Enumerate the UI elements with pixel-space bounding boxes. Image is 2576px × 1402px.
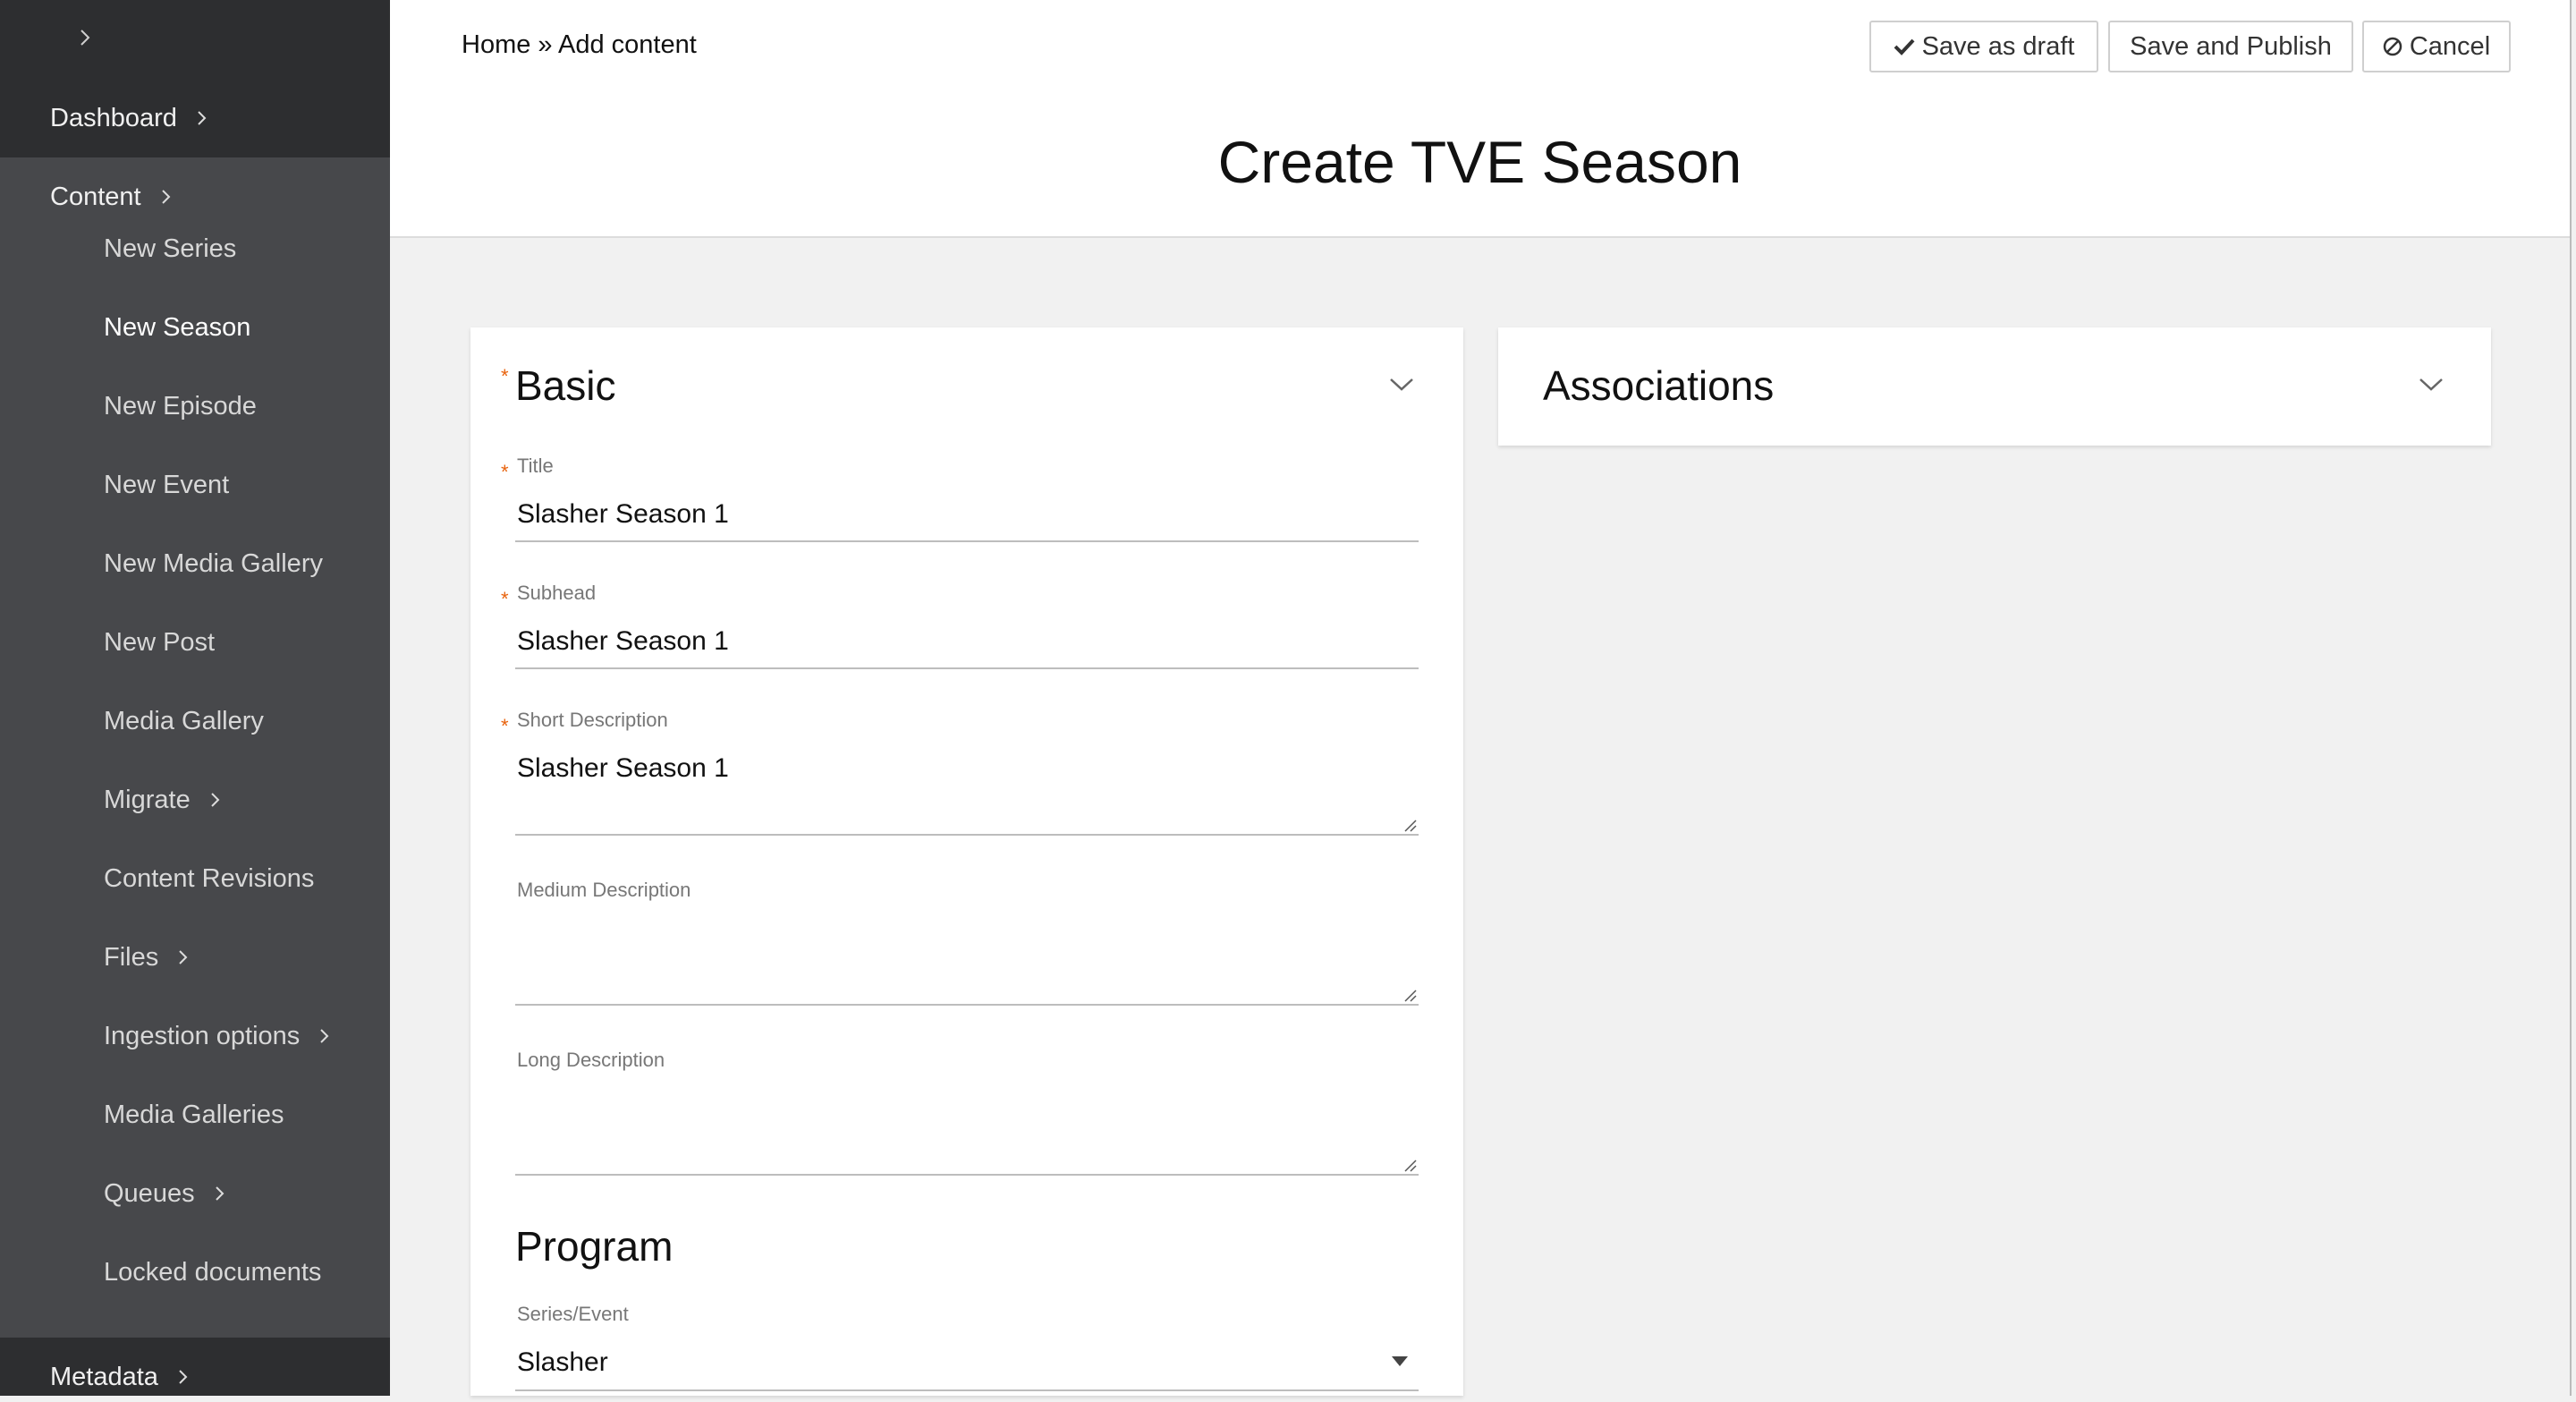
sidebar-item-label: Metadata xyxy=(50,1362,158,1391)
series-event-label: Series/Event xyxy=(517,1303,629,1325)
resize-handle-icon[interactable] xyxy=(1402,988,1417,1002)
sidebar-item-locked-documents[interactable]: Locked documents xyxy=(104,1247,321,1297)
chevron-down-icon[interactable] xyxy=(1388,376,1415,394)
window-edge xyxy=(2570,0,2572,1396)
sidebar-item-ingestion-options[interactable]: Ingestion options xyxy=(104,1011,329,1061)
chevron-right-icon xyxy=(210,793,220,807)
sidebar-item-label: New Season xyxy=(104,312,251,342)
sidebar-item-new-series[interactable]: New Series xyxy=(104,224,236,274)
subhead-input[interactable]: Slasher Season 1 xyxy=(517,626,729,657)
sidebar-item-new-episode[interactable]: New Episode xyxy=(104,381,257,431)
sidebar-item-label: Queues xyxy=(104,1178,195,1208)
save-as-draft-button[interactable]: Save as draft xyxy=(1869,21,2098,72)
title-label: Title xyxy=(517,455,554,477)
sidebar-item-new-post[interactable]: New Post xyxy=(104,617,215,667)
save-and-publish-button[interactable]: Save and Publish xyxy=(2108,21,2353,72)
sidebar-item-metadata[interactable]: Metadata xyxy=(50,1352,188,1402)
chevron-right-icon xyxy=(179,1370,188,1384)
sidebar-item-new-season[interactable]: New Season xyxy=(104,302,250,353)
long-description-label: Long Description xyxy=(517,1049,665,1071)
sidebar-item-label: Files xyxy=(104,942,159,972)
sidebar-item-label: New Event xyxy=(104,470,230,499)
required-marker: * xyxy=(501,588,509,610)
sidebar-item-label: Media Galleries xyxy=(104,1100,284,1129)
medium-description-textarea[interactable] xyxy=(517,923,1402,995)
sidebar-item-label: New Episode xyxy=(104,391,257,421)
subhead-label: Subhead xyxy=(517,582,597,604)
save-and-publish-label: Save and Publish xyxy=(2130,31,2332,61)
sidebar-toggle-button[interactable] xyxy=(72,20,98,55)
chevron-right-icon xyxy=(80,30,90,46)
page-header: Home » Add content Save as draft Save an… xyxy=(390,0,2570,238)
sidebar: Dashboard Content New Series New Season … xyxy=(0,0,390,1396)
sidebar-item-label: New Media Gallery xyxy=(104,548,323,578)
chevron-right-icon xyxy=(179,950,188,964)
resize-handle-icon[interactable] xyxy=(1402,1158,1417,1172)
chevron-down-icon[interactable] xyxy=(2418,376,2445,394)
save-as-draft-label: Save as draft xyxy=(1921,31,2075,61)
required-marker: * xyxy=(501,365,509,387)
cancel-label: Cancel xyxy=(2409,31,2491,61)
basic-panel-title: Basic xyxy=(515,362,616,409)
short-description-underline xyxy=(515,834,1419,836)
sidebar-item-queues[interactable]: Queues xyxy=(104,1168,225,1219)
dropdown-arrow-icon[interactable] xyxy=(1392,1356,1408,1366)
sidebar-item-dashboard[interactable]: Dashboard xyxy=(50,93,207,143)
associations-panel: Associations xyxy=(1498,327,2491,446)
chevron-right-icon xyxy=(198,111,207,125)
sidebar-item-label: Content Revisions xyxy=(104,863,315,893)
checkmark-icon xyxy=(1894,38,1915,55)
sidebar-item-media-galleries[interactable]: Media Galleries xyxy=(104,1090,284,1140)
chevron-right-icon xyxy=(215,1186,224,1201)
sidebar-item-content-revisions[interactable]: Content Revisions xyxy=(104,854,314,904)
short-description-label: Short Description xyxy=(517,709,668,731)
basic-panel: * Basic * Title Slasher Season 1 * Subhe… xyxy=(470,327,1463,1396)
sidebar-item-label: Media Gallery xyxy=(104,706,264,735)
chevron-right-icon xyxy=(161,190,170,204)
subhead-underline xyxy=(515,667,1419,669)
medium-description-underline xyxy=(515,1004,1419,1006)
long-description-underline xyxy=(515,1174,1419,1176)
medium-description-label: Medium Description xyxy=(517,879,691,901)
sidebar-item-label: Migrate xyxy=(104,785,191,814)
resize-handle-icon[interactable] xyxy=(1402,818,1417,832)
sidebar-item-label: New Post xyxy=(104,627,216,657)
ban-icon xyxy=(2383,37,2402,56)
breadcrumb[interactable]: Home » Add content xyxy=(462,30,697,60)
chevron-right-icon xyxy=(320,1029,329,1043)
sidebar-item-label: Locked documents xyxy=(104,1257,322,1287)
title-input[interactable]: Slasher Season 1 xyxy=(517,499,729,530)
sidebar-item-content[interactable]: Content xyxy=(50,172,171,222)
sidebar-item-media-gallery[interactable]: Media Gallery xyxy=(104,696,264,746)
associations-panel-title: Associations xyxy=(1543,362,1775,409)
sidebar-item-label: Dashboard xyxy=(50,103,177,132)
sidebar-item-new-event[interactable]: New Event xyxy=(104,460,229,510)
cancel-button[interactable]: Cancel xyxy=(2362,21,2511,72)
title-underline xyxy=(515,540,1419,542)
long-description-textarea[interactable] xyxy=(517,1093,1402,1165)
required-marker: * xyxy=(501,461,509,483)
sidebar-item-label: Ingestion options xyxy=(104,1021,301,1050)
required-marker: * xyxy=(501,715,509,737)
sidebar-item-label: New Series xyxy=(104,234,237,263)
sidebar-item-files[interactable]: Files xyxy=(104,932,188,982)
sidebar-item-label: Content xyxy=(50,182,141,211)
page-title: Create TVE Season xyxy=(1217,129,1742,195)
series-event-underline xyxy=(515,1389,1419,1391)
series-event-select[interactable]: Slasher xyxy=(517,1347,1411,1378)
short-description-textarea[interactable]: Slasher Season 1 xyxy=(517,753,729,784)
sidebar-item-migrate[interactable]: Migrate xyxy=(104,775,220,825)
program-section-title: Program xyxy=(515,1223,674,1270)
sidebar-item-new-media-gallery[interactable]: New Media Gallery xyxy=(104,539,323,589)
